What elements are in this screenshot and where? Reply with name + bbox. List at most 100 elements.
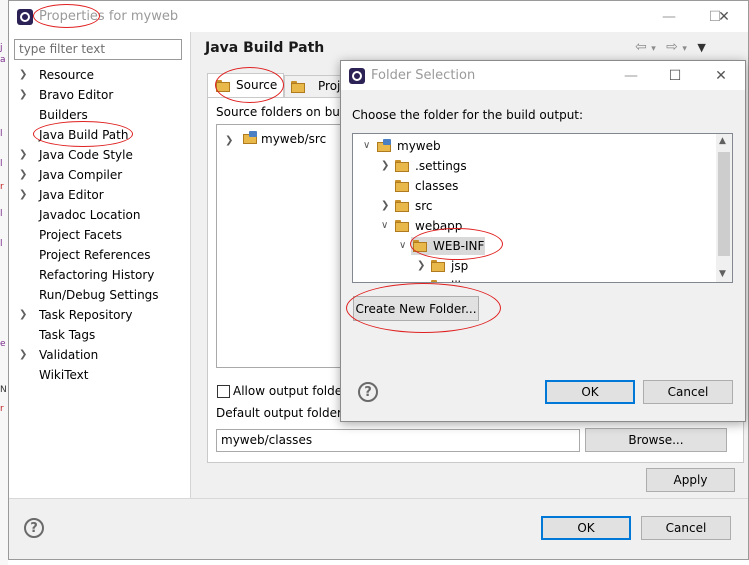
- sidebar-item[interactable]: Task Tags: [9, 325, 187, 345]
- forward-dropdown-icon[interactable]: ▾: [682, 44, 687, 54]
- apply-button[interactable]: Apply: [646, 468, 735, 492]
- allow-output-checkbox[interactable]: [217, 385, 230, 398]
- chevron-right-icon[interactable]: ❯: [19, 85, 33, 105]
- editor-fragment: l: [0, 239, 3, 249]
- scrollbar-thumb[interactable]: [718, 152, 730, 256]
- sidebar-item[interactable]: Run/Debug Settings: [9, 285, 187, 305]
- chevron-right-icon[interactable]: ❯: [19, 185, 33, 205]
- source-folders-label: Source folders on bui: [216, 105, 344, 119]
- scroll-down-icon[interactable]: ▼: [719, 269, 726, 279]
- dialog-maximize-button[interactable]: ☐: [652, 61, 698, 90]
- title-bar: Properties for myweb — ☐ ✕: [9, 1, 748, 32]
- folder-icon: [395, 200, 409, 212]
- ok-button[interactable]: OK: [541, 516, 631, 540]
- sidebar-item[interactable]: ❯ Resource: [9, 65, 187, 85]
- chevron-right-icon[interactable]: ❯: [417, 256, 429, 276]
- tree-node[interactable]: ∨ WEB-INF: [353, 236, 715, 256]
- chevron-right-icon[interactable]: ❯: [225, 135, 233, 146]
- close-button[interactable]: ✕: [701, 1, 747, 32]
- tree-node-label: lib: [451, 276, 465, 282]
- tab-source-label: Source: [236, 78, 278, 92]
- sidebar-item[interactable]: Builders: [9, 105, 187, 125]
- tree-node-label: .settings: [415, 159, 467, 173]
- view-menu-icon[interactable]: ▼: [697, 41, 705, 54]
- window-title: Properties for myweb: [39, 9, 179, 24]
- folder-selection-dialog: Folder Selection — ☐ ✕ Choose the folder…: [340, 60, 746, 422]
- tree-scrollbar[interactable]: ▲ ▼: [716, 134, 732, 282]
- tree-node[interactable]: ❯ .settings: [353, 156, 715, 176]
- cancel-button[interactable]: Cancel: [641, 516, 731, 540]
- chevron-right-icon[interactable]: ❯: [19, 305, 33, 325]
- tree-node[interactable]: ∨ webapp: [353, 216, 715, 236]
- tree-node[interactable]: ∨ myweb: [353, 136, 715, 156]
- tree-node[interactable]: ❯ jsp: [353, 256, 715, 276]
- dialog-close-button[interactable]: ✕: [698, 61, 744, 90]
- tree-node-label: jsp: [451, 259, 469, 273]
- back-arrow-icon[interactable]: ⇦: [635, 39, 647, 55]
- help-icon[interactable]: ?: [24, 518, 44, 538]
- dialog-ok-button[interactable]: OK: [545, 380, 635, 404]
- history-nav: ⇦ ▾ ⇨ ▾ ▼: [635, 39, 706, 55]
- forward-arrow-icon[interactable]: ⇨: [666, 39, 678, 55]
- sidebar-item-label: Builders: [39, 108, 88, 122]
- tab-projects[interactable]: Proje: [284, 75, 348, 97]
- chevron-down-icon[interactable]: ∨: [399, 236, 411, 256]
- sidebar-item[interactable]: Java Build Path: [9, 125, 187, 145]
- sidebar-item-label: Project References: [39, 248, 151, 262]
- sidebar-item-label: Java Build Path: [39, 128, 129, 142]
- sidebar-item[interactable]: Refactoring History: [9, 265, 187, 285]
- sidebar-item-label: Java Editor: [39, 188, 104, 202]
- tree-node[interactable]: lib: [353, 276, 715, 282]
- sidebar-item-label: Refactoring History: [39, 268, 155, 282]
- dialog-cancel-button[interactable]: Cancel: [643, 380, 733, 404]
- sidebar-item[interactable]: ❯ Java Editor: [9, 185, 187, 205]
- sidebar-item-label: Javadoc Location: [39, 208, 141, 222]
- sidebar-item[interactable]: ❯ Validation: [9, 345, 187, 365]
- page-title: Java Build Path: [205, 40, 325, 56]
- create-new-folder-button[interactable]: Create New Folder...: [353, 296, 479, 321]
- projects-folder-icon: [291, 81, 305, 93]
- dialog-minimize-button[interactable]: —: [608, 61, 654, 90]
- list-item[interactable]: ❯ myweb/src: [225, 130, 326, 148]
- minimize-button[interactable]: —: [646, 1, 692, 32]
- sidebar-item-label: Task Tags: [39, 328, 96, 342]
- chevron-down-icon[interactable]: ∨: [363, 136, 375, 156]
- sidebar-item-label: Java Code Style: [39, 148, 133, 162]
- dialog-title-bar: Folder Selection — ☐ ✕: [341, 61, 745, 90]
- chevron-right-icon[interactable]: ❯: [381, 156, 393, 176]
- sidebar-item[interactable]: ❯ Java Code Style: [9, 145, 187, 165]
- sidebar-item[interactable]: ❯ Bravo Editor: [9, 85, 187, 105]
- folder-icon: [431, 260, 445, 272]
- dialog-help-icon[interactable]: ?: [358, 382, 378, 402]
- editor-fragment: r: [0, 182, 4, 192]
- sidebar-item-label: Java Compiler: [39, 168, 123, 182]
- chevron-right-icon[interactable]: ❯: [19, 145, 33, 165]
- tree-node-label: src: [415, 199, 433, 213]
- tree-node[interactable]: ❯ src: [353, 196, 715, 216]
- tree-node-label: classes: [415, 179, 459, 193]
- sidebar-item[interactable]: ❯ Java Compiler: [9, 165, 187, 185]
- sidebar-item-label: Run/Debug Settings: [39, 288, 159, 302]
- back-dropdown-icon[interactable]: ▾: [651, 44, 656, 54]
- chevron-down-icon[interactable]: ∨: [381, 216, 393, 236]
- chevron-right-icon[interactable]: ❯: [19, 345, 33, 365]
- scroll-up-icon[interactable]: ▲: [719, 136, 726, 146]
- folder-icon: [413, 240, 427, 252]
- chevron-right-icon[interactable]: ❯: [19, 65, 33, 85]
- eclipse-icon: [17, 9, 33, 25]
- output-folder-field[interactable]: myweb/classes: [216, 429, 580, 452]
- tab-source[interactable]: Source: [207, 73, 284, 97]
- tree-node[interactable]: classes: [353, 176, 715, 196]
- sidebar-item[interactable]: Project References: [9, 245, 187, 265]
- filter-input[interactable]: type filter text: [14, 39, 182, 60]
- chevron-right-icon[interactable]: ❯: [19, 165, 33, 185]
- project-icon: [377, 139, 392, 153]
- sidebar-item[interactable]: WikiText: [9, 365, 187, 385]
- editor-fragment: N: [0, 385, 7, 395]
- sidebar-item[interactable]: ❯ Task Repository: [9, 305, 187, 325]
- folder-tree[interactable]: ∨ myweb ❯ .settings classes ❯ src ∨ webapp ∨ WEB-I…: [352, 133, 733, 283]
- browse-button[interactable]: Browse...: [585, 428, 727, 452]
- chevron-right-icon[interactable]: ❯: [381, 196, 393, 216]
- sidebar-item[interactable]: Javadoc Location: [9, 205, 187, 225]
- sidebar-item[interactable]: Project Facets: [9, 225, 187, 245]
